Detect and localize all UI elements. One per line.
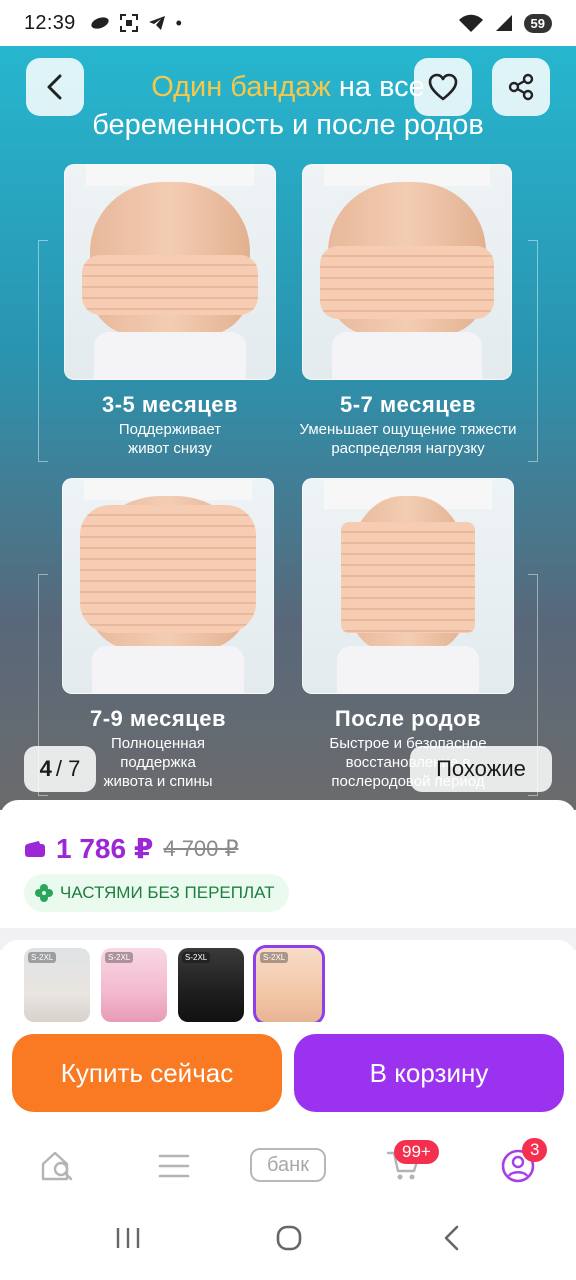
home-icon [276,1225,302,1251]
panel-title: 5-7 месяцев [340,392,476,417]
leaf-icon [90,17,109,29]
nav-catalog[interactable] [156,1142,192,1190]
favorite-button[interactable] [414,58,472,116]
counter-current: 4 [39,756,52,781]
dot-icon: • [175,12,182,33]
share-icon [508,73,534,101]
variant-thumbnail[interactable]: S-2XL [178,948,244,1022]
panel-title: 7-9 месяцев [90,706,226,731]
price-row: 1 786 ₽ 4 700 ₽ [24,832,239,865]
chevron-left-icon [47,74,62,100]
back-system-button[interactable] [438,1222,464,1254]
current-price: 1 786 ₽ [56,833,154,864]
variant-thumbnail[interactable]: S-2XL [101,948,167,1022]
counter-total: / 7 [55,756,81,781]
buy-now-button[interactable]: Купить сейчас [12,1034,282,1112]
notification-icons: • [90,13,182,34]
banner-title-accent: Один бандаж [151,71,331,103]
installment-label: ЧАСТЯМИ БЕЗ ПЕРЕПЛАТ [60,883,275,902]
status-time: 12:39 [24,11,76,34]
panel-title: После родов [334,706,482,731]
system-icons: 59 [458,13,552,33]
product-image-carousel[interactable]: Один бандаж на все беременность и после … [0,46,576,810]
panel-image-3-5-months [64,164,276,380]
home-button[interactable] [274,1222,304,1254]
heart-icon [428,73,458,101]
scan-icon [119,14,138,32]
clover-icon [35,884,53,902]
banner-title: Один бандаж на все беременность и после … [0,68,576,144]
nav-bank[interactable]: банк [250,1148,326,1182]
panel-image-5-7-months [302,164,512,380]
panel-subtitle: Уменьшает ощущение тяжести распределяя на… [299,421,517,457]
back-icon [444,1225,459,1251]
price-card [0,800,576,940]
panel-title: 3-5 месяцев [102,392,238,417]
old-price: 4 700 ₽ [163,835,239,861]
add-to-cart-button[interactable]: В корзину [294,1034,564,1112]
telegram-icon [148,16,165,30]
signal-icon [495,15,512,31]
installment-badge[interactable]: ЧАСТЯМИ БЕЗ ПЕРЕПЛАТ [24,874,289,912]
home-search-icon [41,1151,73,1181]
image-counter: 4 / 7 [24,746,96,792]
share-button[interactable] [492,58,550,116]
menu-icon [158,1154,190,1178]
banner-title-rest: на все [330,71,425,103]
recent-apps-button[interactable] [114,1222,142,1254]
nav-home[interactable] [38,1142,78,1190]
battery-indicator: 59 [523,13,552,33]
panel-image-after-birth [302,478,514,694]
recent-apps-icon [116,1228,140,1248]
status-bar: 12:39 • 59 [0,0,576,46]
similar-button[interactable]: Похожие [410,746,552,792]
panel-image-7-9-months [62,478,274,694]
back-button[interactable] [26,58,84,116]
variant-thumbnail[interactable]: S-2XL [24,948,90,1022]
panel-subtitle: Поддерживает живот снизу [118,421,222,457]
bracket-decoration [38,240,48,462]
wifi-icon [458,14,483,32]
cart-badge: 99+ [394,1140,439,1164]
variant-thumbnail-selected[interactable]: S-2XL [253,945,325,1025]
wallet-icon [25,840,45,857]
